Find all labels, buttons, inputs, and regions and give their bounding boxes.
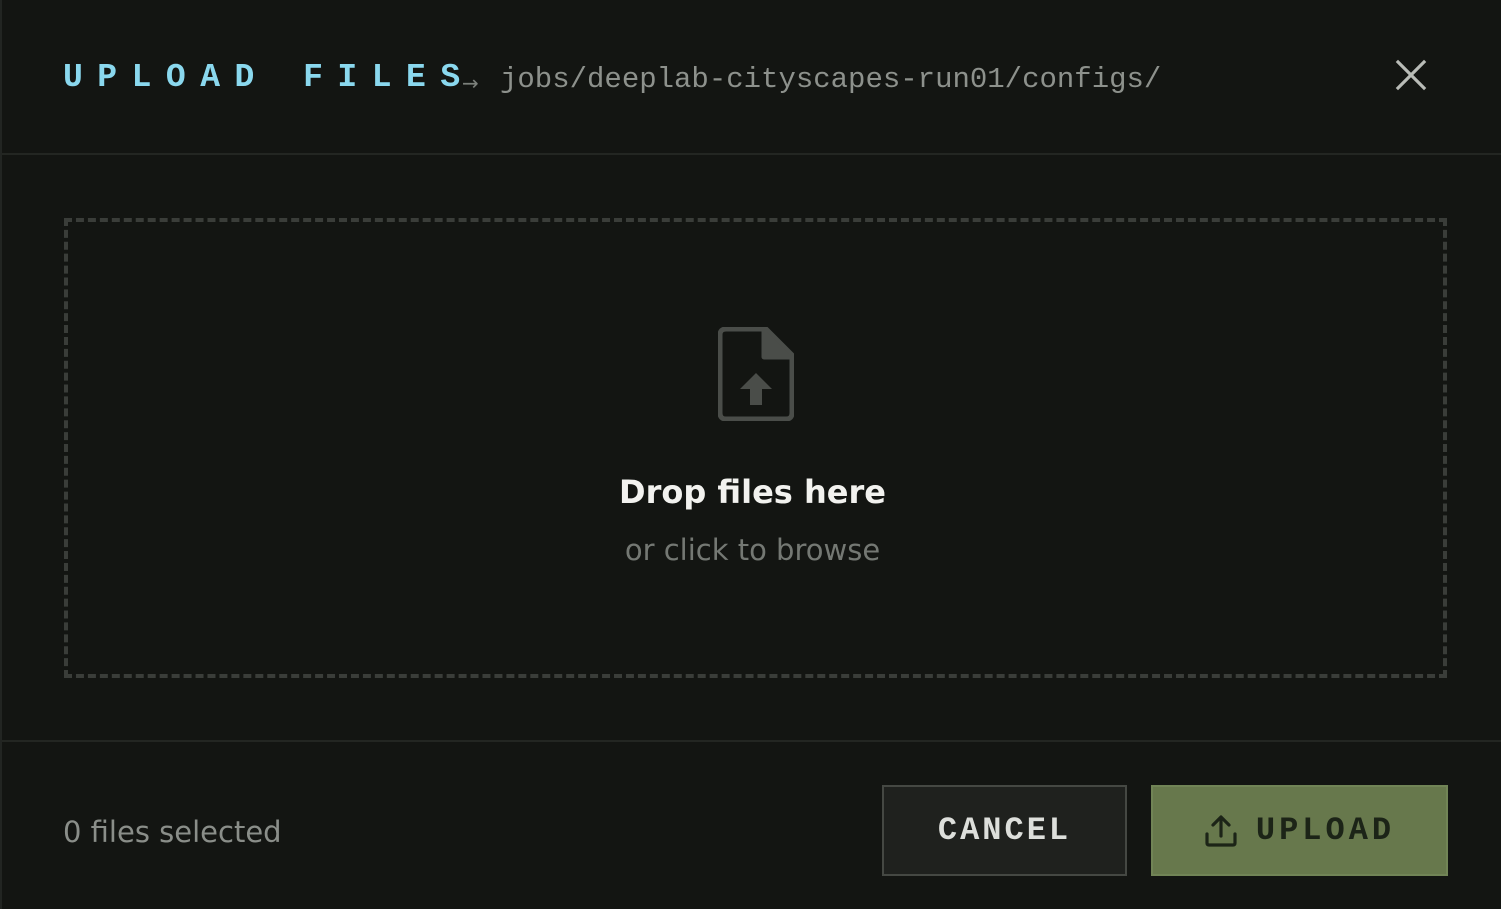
destination-path: jobs/deeplab-cityscapes-run01/configs/	[500, 63, 1162, 96]
dropzone-title: Drop files here	[619, 473, 886, 511]
path-arrow-icon: →	[462, 71, 479, 95]
file-dropzone[interactable]	[64, 218, 1447, 678]
dialog-header: UPLOAD FILES → jobs/deeplab-cityscapes-r…	[2, 0, 1501, 155]
cancel-button-label: CANCEL	[937, 812, 1072, 849]
file-count-status: 0 files selected	[63, 815, 282, 849]
dialog-title: UPLOAD FILES	[63, 59, 475, 96]
cancel-button[interactable]: CANCEL	[882, 785, 1127, 876]
upload-button-label: UPLOAD	[1255, 812, 1396, 849]
upload-dialog: UPLOAD FILES → jobs/deeplab-cityscapes-r…	[0, 0, 1501, 909]
dropzone-subtitle: or click to browse	[624, 533, 881, 567]
close-icon	[1395, 59, 1427, 91]
upload-icon	[1205, 814, 1237, 847]
close-button[interactable]	[1390, 54, 1432, 96]
file-upload-icon	[718, 327, 794, 421]
upload-button[interactable]: UPLOAD	[1151, 785, 1448, 876]
